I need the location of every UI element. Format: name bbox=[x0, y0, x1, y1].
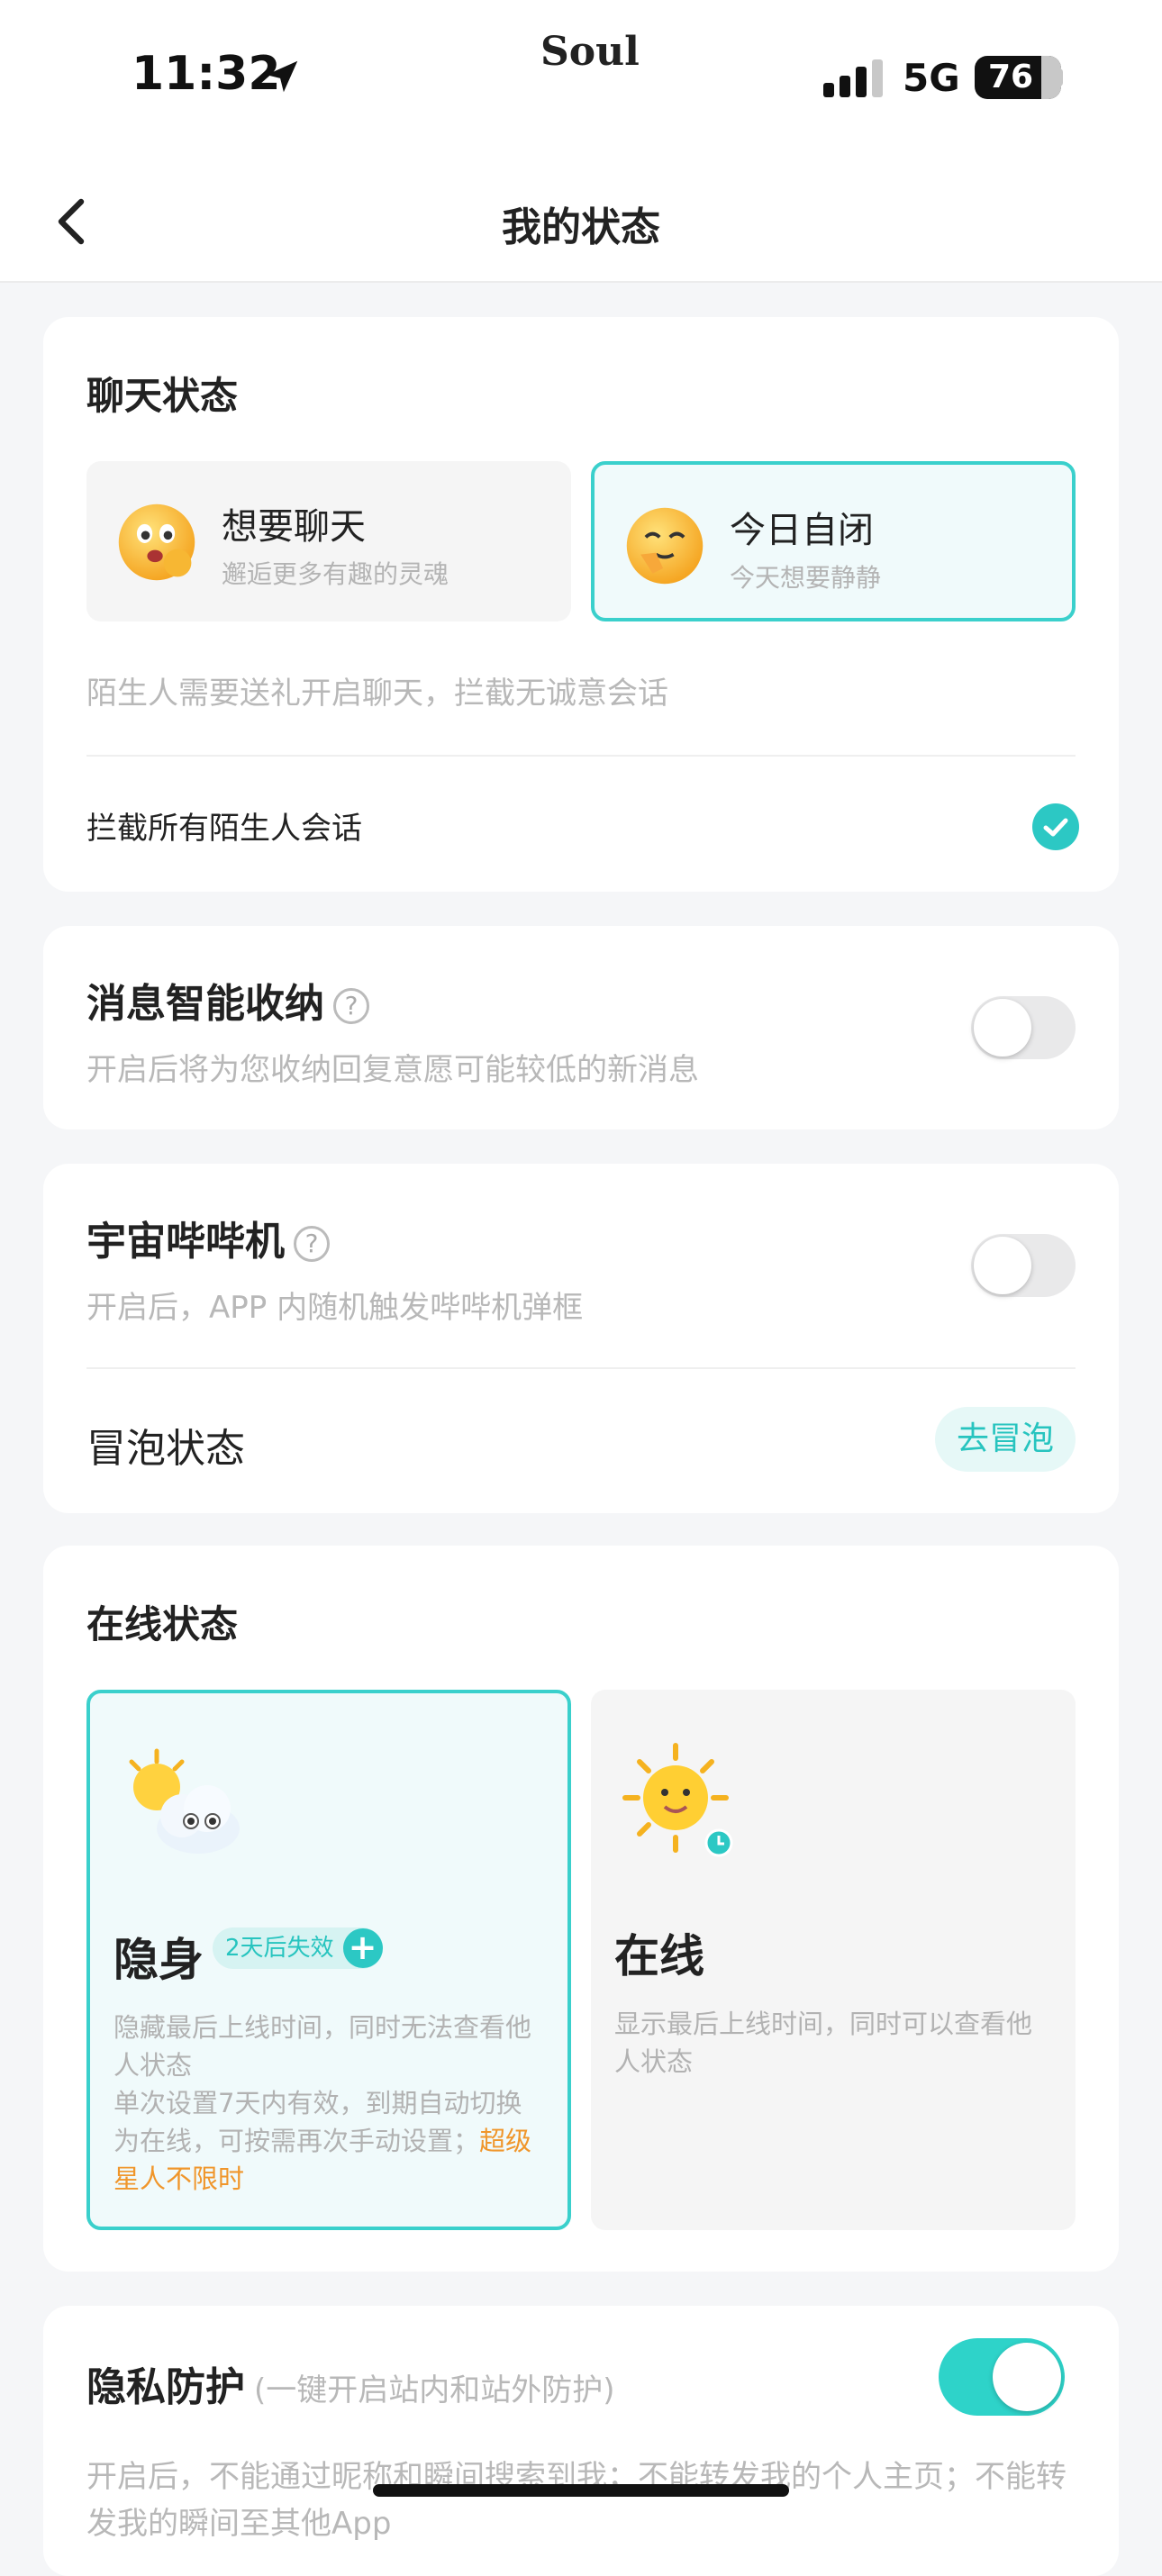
chat-option-subtitle: 邂逅更多有趣的灵魂 bbox=[222, 559, 449, 589]
online-status-card: 在线状态 隐身 2天后失效 + 隐藏最后上线时间，同时无法查看他人状态 单次设置… bbox=[43, 1546, 1119, 2272]
chat-status-hint: 陌生人需要送礼开启聊天，拦截无诚意会话 bbox=[86, 676, 668, 712]
chat-option-subtitle: 今天想要静静 bbox=[730, 563, 882, 593]
expire-badge-text: 2天后失效 bbox=[225, 1935, 334, 1962]
chat-option-title: 想要聊天 bbox=[222, 506, 366, 548]
chat-option-title: 今日自闭 bbox=[730, 510, 874, 551]
privacy-title-note: (一键开启站内和站外防护) bbox=[254, 2372, 615, 2408]
online-option-desc: 隐藏最后上线时间，同时无法查看他人状态 单次设置7天内有效，到期自动切换为在线，… bbox=[113, 2009, 546, 2198]
block-all-label: 拦截所有陌生人会话 bbox=[86, 811, 362, 847]
beeper-title: 宇宙哔哔机? bbox=[86, 1209, 330, 1266]
online-option-name: 在线 bbox=[614, 1930, 704, 1982]
smart-fold-title: 消息智能收纳? bbox=[86, 971, 369, 1029]
online-option-desc: 显示最后上线时间，同时可以查看他人状态 bbox=[614, 2009, 1033, 2077]
battery-level: 76 bbox=[987, 59, 1034, 95]
chat-option-self-isolate[interactable]: 今日自闭 今天想要静静 bbox=[591, 461, 1076, 621]
online-option-online[interactable]: 在线 显示最后上线时间，同时可以查看他人状态 bbox=[591, 1690, 1076, 2230]
carrier-brand: Soul bbox=[540, 29, 640, 75]
beeper-card: 宇宙哔哔机? 开启后，APP 内随机触发哔哔机弹框 冒泡状态 去冒泡 bbox=[43, 1164, 1119, 1513]
privacy-title: 隐私防护 (一键开启站内和站外防护) bbox=[86, 2354, 615, 2412]
signal-bars-icon bbox=[823, 59, 883, 97]
smart-fold-card: 消息智能收纳? 开启后将为您收纳回复意愿可能较低的新消息 bbox=[43, 926, 1119, 1129]
online-option-desc-line2: 单次设置7天内有效，到期自动切换为在线，可按需再次手动设置；超级星人不限时 bbox=[113, 2084, 546, 2198]
beeper-subtitle: 开启后，APP 内随机触发哔哔机弹框 bbox=[86, 1290, 584, 1326]
help-icon[interactable]: ? bbox=[333, 988, 369, 1024]
sun-cloud-icon bbox=[129, 1748, 240, 1854]
privacy-toggle[interactable] bbox=[939, 2338, 1065, 2416]
status-time: 11:32 bbox=[132, 47, 281, 101]
divider bbox=[86, 755, 1076, 757]
location-arrow-icon bbox=[266, 60, 298, 93]
battery-icon: 76 bbox=[975, 56, 1061, 99]
privacy-title-text: 隐私防护 bbox=[86, 2364, 245, 2410]
privacy-subtitle: 开启后，不能通过昵称和瞬间搜索到我；不能转发我的个人主页；不能转发我的瞬间至其他… bbox=[86, 2459, 1067, 2542]
smart-fold-title-text: 消息智能收纳 bbox=[86, 981, 324, 1027]
smart-fold-subtitle: 开启后将为您收纳回复意愿可能较低的新消息 bbox=[86, 1052, 699, 1088]
battery-cap bbox=[1056, 68, 1063, 86]
go-bubble-button[interactable]: 去冒泡 bbox=[935, 1407, 1076, 1472]
online-option-name: 隐身 bbox=[113, 1934, 204, 1986]
expire-badge[interactable]: 2天后失效 + bbox=[213, 1927, 383, 1969]
home-indicator[interactable] bbox=[373, 2484, 789, 2497]
chat-status-card: 聊天状态 想要聊天 邂逅更多有趣的灵魂 今日自闭 今天想要静静 陌生人需要送礼开… bbox=[43, 317, 1119, 892]
network-type: 5G bbox=[903, 56, 960, 100]
beeper-toggle[interactable] bbox=[971, 1234, 1076, 1297]
divider bbox=[86, 1367, 1076, 1369]
excited-face-icon bbox=[118, 503, 195, 581]
page-title: 我的状态 bbox=[502, 204, 660, 250]
sun-clock-icon bbox=[622, 1743, 733, 1857]
shy-face-icon bbox=[626, 507, 704, 585]
online-status-title: 在线状态 bbox=[86, 1602, 239, 1646]
online-option-invisible[interactable]: 隐身 2天后失效 + 隐藏最后上线时间，同时无法查看他人状态 单次设置7天内有效… bbox=[86, 1690, 571, 2230]
help-icon[interactable]: ? bbox=[294, 1226, 330, 1262]
online-option-desc-rule: 单次设置7天内有效，到期自动切换为在线，可按需再次手动设置； bbox=[113, 2088, 522, 2156]
block-all-checkbox[interactable] bbox=[1032, 803, 1079, 850]
smart-fold-toggle[interactable] bbox=[971, 996, 1076, 1059]
plus-icon[interactable]: + bbox=[342, 1928, 383, 1968]
checkmark-icon bbox=[1043, 818, 1068, 837]
privacy-card: 隐私防护 (一键开启站内和站外防护) 开启后，不能通过昵称和瞬间搜索到我；不能转发… bbox=[43, 2306, 1119, 2576]
beeper-title-text: 宇宙哔哔机 bbox=[86, 1219, 285, 1265]
status-bar: 11:32 Soul 5G 76 bbox=[0, 0, 1162, 162]
nav-bar: 我的状态 bbox=[0, 162, 1162, 283]
online-option-desc-line: 隐藏最后上线时间，同时无法查看他人状态 bbox=[113, 2012, 532, 2081]
bubble-status-label: 冒泡状态 bbox=[86, 1426, 245, 1472]
chat-option-want-chat[interactable]: 想要聊天 邂逅更多有趣的灵魂 bbox=[86, 461, 571, 621]
chat-status-title: 聊天状态 bbox=[86, 374, 239, 418]
